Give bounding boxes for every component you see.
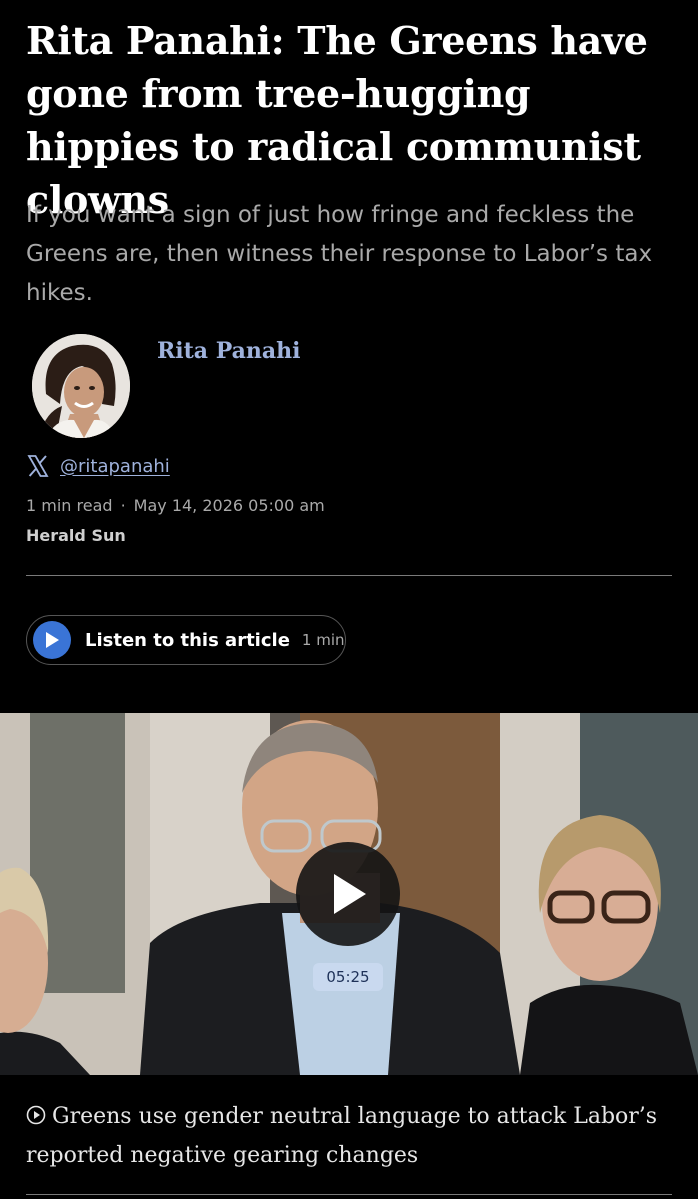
x-logo-icon (26, 454, 50, 478)
video-caption[interactable]: Greens use gender neutral language to at… (26, 1097, 676, 1175)
article-headline: Rita Panahi: The Greens have gone from t… (26, 18, 648, 222)
read-time: 1 min read (26, 495, 113, 515)
author-name-link[interactable]: Rita Panahi (157, 338, 301, 364)
divider (26, 575, 672, 576)
listen-label: Listen to this article (85, 629, 290, 651)
video-duration-badge: 05:25 (313, 963, 383, 991)
author-handle[interactable]: @ritapanahi (60, 456, 170, 477)
play-icon (334, 874, 366, 914)
article-standfirst: If you want a sign of just how fringe an… (26, 202, 653, 306)
publish-date: May 14, 2026 05:00 am (133, 495, 325, 515)
play-circle-icon (26, 1099, 46, 1125)
video-play-button[interactable] (296, 842, 400, 946)
meta-separator: · (120, 495, 126, 515)
author-social-link[interactable]: @ritapanahi (26, 452, 170, 480)
masthead-label: Herald Sun (26, 526, 126, 545)
listen-duration: 1 min (301, 631, 345, 649)
article-meta: 1 min read · May 14, 2026 05:00 am (26, 494, 325, 516)
listen-to-article-button[interactable]: Listen to this article 1 min (26, 615, 346, 665)
author-avatar[interactable] (32, 334, 130, 438)
video-caption-text: Greens use gender neutral language to at… (26, 1104, 658, 1168)
divider (26, 1194, 672, 1195)
play-icon (33, 621, 71, 659)
